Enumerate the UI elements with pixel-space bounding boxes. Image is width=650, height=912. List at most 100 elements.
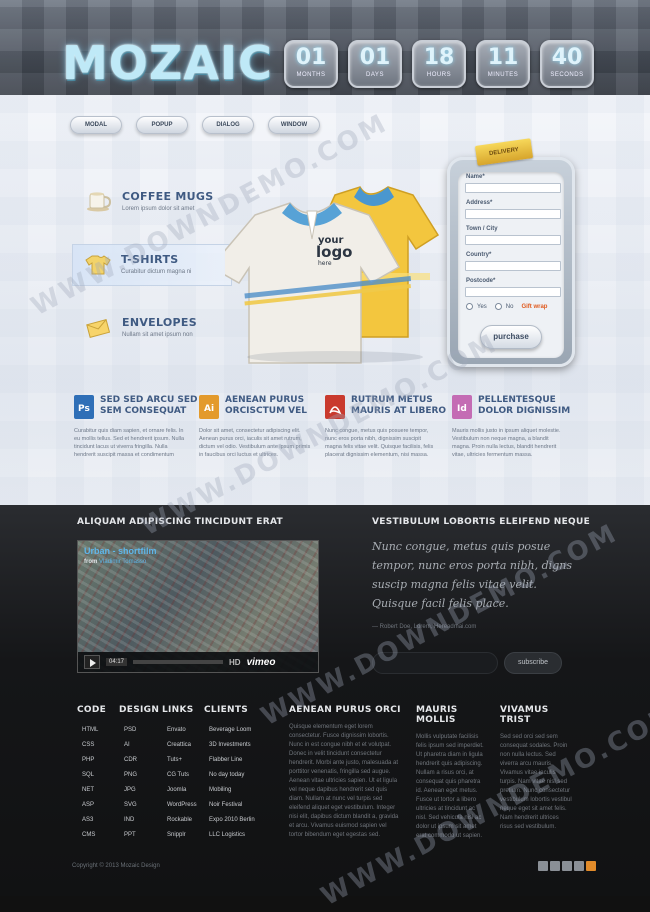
footer-link[interactable]: Envato [167, 723, 197, 738]
gift-wrap-label: Gift wrap [521, 303, 548, 310]
gift-radio-group: Yes No Gift wrap [466, 303, 547, 310]
countdown-hours: 18 HOURS [412, 40, 466, 88]
footer-link[interactable]: ASP [82, 798, 106, 813]
country-field[interactable] [465, 261, 561, 271]
footer-link[interactable]: PHP [82, 753, 106, 768]
footer-list-links: LINKS Envato Creattica Tuts+ CG Tuts Joo… [162, 705, 197, 843]
col-text: Curabitur quis diam sapien, et ornare fe… [74, 428, 185, 458]
address-field[interactable] [465, 209, 561, 219]
acrobat-icon [325, 395, 345, 419]
footer-link[interactable]: Beverage Loom [209, 723, 255, 738]
footer-link[interactable]: CSS [82, 738, 106, 753]
footer-list-title: LINKS [162, 705, 194, 715]
tab-window[interactable]: WINDOW [268, 116, 320, 134]
footer-link[interactable]: Joomla [167, 783, 197, 798]
footer-link[interactable]: HTML [82, 723, 106, 738]
info-col-3: RUTRUM METUS MAURIS AT LIBERO Nunc congue… [325, 395, 446, 458]
video-author[interactable]: Vladimir Tomasso [99, 559, 146, 565]
social-links [538, 861, 596, 871]
subscribe-button[interactable]: subscribe [504, 652, 562, 674]
delicious-icon[interactable] [574, 861, 584, 871]
footer-link[interactable]: Creattica [167, 738, 197, 753]
footer-link[interactable]: Mobiling [209, 783, 255, 798]
twitter-icon[interactable] [550, 861, 560, 871]
tshirt-icon [85, 255, 111, 275]
video-controls: 04:17 HD vimeo [78, 652, 318, 672]
name-field[interactable] [465, 183, 561, 193]
footer-link[interactable]: WordPress [167, 798, 197, 813]
svg-text:Id: Id [457, 404, 467, 414]
footer-link[interactable]: Noir Festival [209, 798, 255, 813]
tab-modal[interactable]: MODAL [70, 116, 122, 134]
radio-yes[interactable] [466, 303, 473, 310]
footer-list-clients: CLIENTS Beverage Loom 3D Investments Fla… [204, 705, 255, 843]
envelope-icon [86, 319, 111, 338]
feature-t-shirts[interactable]: T-SHIRTS Curabitur dictum magna ni [72, 244, 232, 286]
footer-list-title: DESIGN [119, 705, 160, 715]
footer-link[interactable]: LLC Logistics [209, 828, 255, 843]
footer-link[interactable]: JPG [124, 783, 159, 798]
shirt-logo-line3: here [318, 260, 332, 267]
copyright: Copyright © 2013 Mozaic Design [72, 863, 160, 869]
feature-title: ENVELOPES [122, 316, 197, 329]
footer-link[interactable]: Snipplr [167, 828, 197, 843]
video-title[interactable]: Urban - shortfilm [84, 546, 157, 556]
tab-popup[interactable]: POPUP [136, 116, 188, 134]
info-col-4: Id PELLENTESQUE DOLOR DIGNISSIM Mauris mo… [452, 395, 570, 458]
footer-link[interactable]: SVG [124, 798, 159, 813]
photoshop-icon: Ps [74, 395, 94, 419]
col-text: Mauris mollis justo in ipsum aliquet mol… [452, 428, 561, 458]
footer-link[interactable]: PSD [124, 723, 159, 738]
footer-list-title: CODE [77, 705, 107, 715]
footer-text-title: MAURIS MOLLIS [416, 705, 458, 725]
facebook-icon[interactable] [538, 861, 548, 871]
footer-link[interactable]: AI [124, 738, 159, 753]
countdown-months: 01 MONTHS [284, 40, 338, 88]
footer-link[interactable]: Flabber Line [209, 753, 255, 768]
footer-link[interactable]: Rockable [167, 813, 197, 828]
col-title: SEM CONSEQUAT [100, 406, 187, 416]
footer-text-title: VIVAMUS TRIST [500, 705, 549, 725]
footer-link[interactable]: CG Tuts [167, 768, 197, 783]
tab-bar: MODAL POPUP DIALOG WINDOW [70, 116, 320, 134]
footer-link[interactable]: CDR [124, 753, 159, 768]
footer-link[interactable]: CMS [82, 828, 106, 843]
postcode-field[interactable] [465, 287, 561, 297]
flickr-icon[interactable] [562, 861, 572, 871]
purchase-button[interactable]: purchase [480, 325, 542, 349]
video-progress-bar[interactable] [133, 660, 224, 664]
radio-no-label: No [505, 303, 514, 310]
footer-link[interactable]: Tuts+ [167, 753, 197, 768]
footer-link[interactable]: No day today [209, 768, 255, 783]
video-byline: from Vladimir Tomasso [84, 559, 147, 565]
town-field[interactable] [465, 235, 561, 245]
footer-link[interactable]: PNG [124, 768, 159, 783]
col-title: RUTRUM METUS [351, 395, 433, 405]
countdown: 01 MONTHS 01 DAYS 18 HOURS 11 MINUTES 40 SECO… [284, 40, 594, 88]
footer-link[interactable]: IND [124, 813, 159, 828]
col-title: ORCISCTUM VEL [225, 406, 308, 416]
footer-link[interactable]: 3D Investments [209, 738, 255, 753]
footer-link[interactable]: PPT [124, 828, 159, 843]
email-input[interactable] [372, 652, 498, 674]
svg-text:Ps: Ps [78, 404, 90, 414]
name-label: Name* [466, 174, 485, 180]
footer-link[interactable]: AS3 [82, 813, 106, 828]
quote-author: — Robert Doe, Lorem, Hereadmai.com [372, 624, 477, 630]
rss-icon[interactable] [586, 861, 596, 871]
video-time: 04:17 [106, 658, 128, 666]
video-player[interactable]: Urban - shortfilm from Vladimir Tomasso … [77, 540, 319, 673]
footer-link[interactable]: NET [82, 783, 106, 798]
tab-dialog[interactable]: DIALOG [202, 116, 254, 134]
vimeo-logo[interactable]: vimeo [247, 657, 276, 668]
countdown-minutes: 11 MINUTES [476, 40, 530, 88]
footer-list-title: CLIENTS [204, 705, 249, 715]
feature-envelopes[interactable]: ENVELOPES Nullam sit amet ipsum non [86, 316, 197, 338]
play-icon[interactable] [84, 655, 100, 669]
radio-no[interactable] [494, 303, 502, 310]
footer-link[interactable]: Expo 2010 Berlin [209, 813, 255, 828]
footer-link[interactable]: SQL [82, 768, 106, 783]
hd-toggle[interactable]: HD [229, 658, 241, 667]
feature-coffee-mugs[interactable]: COFFEE MUGS Lorem ipsum dolor sit amet [86, 190, 213, 212]
site-logo[interactable]: MOZAIC [62, 36, 273, 90]
